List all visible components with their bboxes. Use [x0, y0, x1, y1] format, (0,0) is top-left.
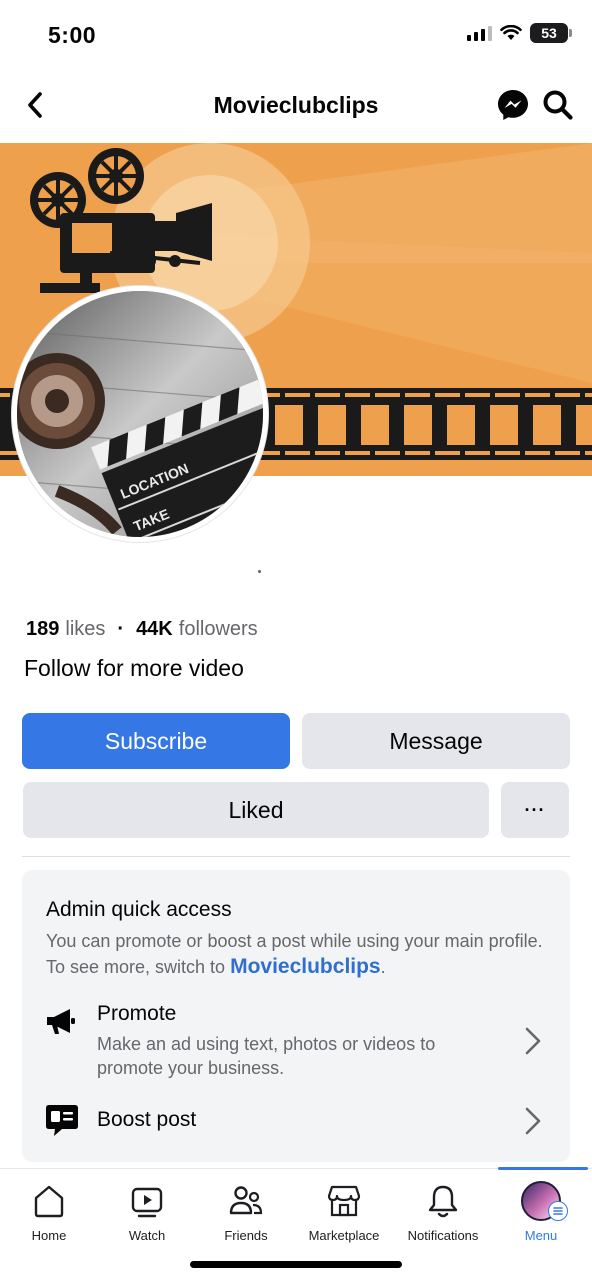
decorative-dot: [258, 570, 261, 573]
followers-label[interactable]: followers: [179, 618, 258, 641]
likes-count: 189: [26, 618, 60, 640]
page-bio: Follow for more video: [24, 655, 244, 681]
boost-post-icon: [46, 1105, 78, 1136]
menu-lines-icon: [548, 1201, 568, 1221]
home-indicator: [190, 1261, 402, 1268]
wifi-icon: [500, 25, 522, 40]
more-options-button[interactable]: ···: [501, 782, 569, 838]
nav-watch[interactable]: Watch: [98, 1169, 196, 1259]
admin-quick-access-card: Admin quick access You can promote or bo…: [22, 870, 570, 1162]
admin-desc-suffix: .: [380, 957, 386, 977]
battery-icon: 53: [530, 23, 572, 43]
promote-title: Promote: [97, 1002, 177, 1025]
admin-title: Admin quick access: [46, 898, 232, 921]
nav-menu[interactable]: Menu: [492, 1169, 590, 1259]
section-divider: [22, 856, 570, 857]
nav-watch-label: Watch: [128, 1228, 166, 1243]
switch-profile-link[interactable]: Movieclubclips: [230, 955, 381, 978]
clapperboard-photo: LOCATION TAKE: [17, 291, 263, 537]
bell-icon: [428, 1185, 458, 1218]
messenger-icon: [498, 90, 528, 120]
page-header: Movieclubclips: [0, 78, 592, 134]
nav-home[interactable]: Home: [0, 1169, 98, 1259]
subscribe-button[interactable]: Subscribe: [22, 713, 290, 769]
followers-count: 44K: [136, 618, 173, 640]
boost-post-row[interactable]: Boost post: [22, 1096, 570, 1146]
admin-description: You can promote or boost a post while us…: [46, 928, 546, 980]
message-button[interactable]: Message: [302, 713, 570, 769]
liked-button[interactable]: Liked: [23, 782, 489, 838]
nav-friends-label: Friends: [224, 1228, 268, 1243]
search-button[interactable]: [542, 89, 574, 121]
profile-avatar[interactable]: LOCATION TAKE: [12, 286, 268, 542]
chevron-right-icon: [525, 1027, 541, 1055]
promote-row[interactable]: Promote Make an ad using text, photos or…: [22, 1000, 570, 1080]
nav-marketplace-label: Marketplace: [308, 1228, 380, 1243]
boost-post-title: Boost post: [97, 1108, 197, 1131]
stats-separator: ·: [117, 618, 125, 640]
nav-marketplace[interactable]: Marketplace: [295, 1169, 393, 1259]
friends-icon: [229, 1186, 263, 1215]
nav-home-label: Home: [31, 1228, 67, 1243]
chevron-right-icon: [525, 1107, 541, 1135]
status-bar: 5:00 53: [0, 0, 592, 70]
cellular-signal-icon: [467, 25, 492, 41]
watch-icon: [131, 1187, 163, 1218]
megaphone-icon: [47, 1009, 75, 1034]
home-icon: [34, 1185, 64, 1218]
status-time: 5:00: [48, 22, 97, 48]
nav-notifications[interactable]: Notifications: [394, 1169, 492, 1259]
marketplace-icon: [327, 1185, 361, 1217]
likes-label[interactable]: likes: [65, 618, 105, 641]
nav-notifications-label: Notifications: [407, 1228, 479, 1243]
nav-friends[interactable]: Friends: [197, 1169, 295, 1259]
promote-subtitle: Make an ad using text, photos or videos …: [97, 1034, 436, 1078]
page-stats: 189 likes · 44K followers: [26, 618, 258, 641]
status-icons: 53: [467, 23, 572, 43]
search-icon: [543, 90, 573, 120]
nav-menu-label: Menu: [524, 1228, 558, 1243]
messenger-button[interactable]: [496, 88, 530, 122]
